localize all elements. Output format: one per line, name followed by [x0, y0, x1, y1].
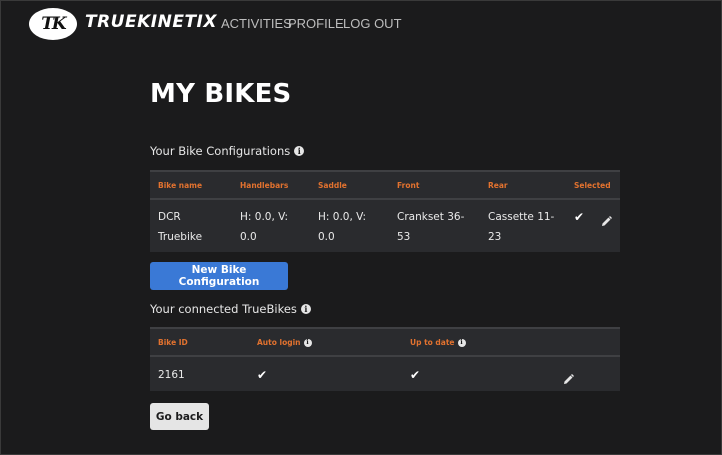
nav-link-logout[interactable]: LOG OUT	[343, 16, 402, 31]
column-header-bike-id: Bike ID	[158, 338, 188, 347]
pencil-icon[interactable]	[563, 370, 574, 389]
bike-name-cell: DCR Truebike	[158, 211, 203, 243]
column-header-saddle: Saddle	[318, 181, 347, 190]
info-icon[interactable]: i	[457, 338, 466, 347]
up-to-date-check-icon: ✔	[410, 368, 421, 382]
new-bike-configuration-button[interactable]: New Bike Configuration	[150, 262, 288, 290]
go-back-button[interactable]: Go back	[150, 403, 209, 430]
column-header-selected: Selected	[574, 181, 611, 190]
connected-truebikes-label: Your connected TrueBikes i	[150, 302, 311, 316]
column-header-handlebars: Handlebars	[240, 181, 289, 190]
bike-configurations-label-text: Your Bike Configurations	[150, 144, 291, 158]
info-icon[interactable]: i	[300, 304, 311, 314]
pencil-icon[interactable]	[601, 212, 612, 231]
connected-truebikes-table: Bike ID Auto login i Up to date i 2161 ✔…	[150, 327, 620, 391]
column-header-front: Front	[397, 181, 420, 190]
table-header: Bike ID Auto login i Up to date i	[150, 327, 620, 357]
brand-name[interactable]: TRUEKINETIX	[85, 12, 217, 32]
table-header: Bike name Handlebars Saddle Front Rear S…	[150, 170, 620, 200]
brand-logo-icon[interactable]: TK	[29, 8, 77, 40]
nav-link-profile[interactable]: PROFILE	[288, 16, 344, 31]
info-icon[interactable]: i	[303, 338, 312, 347]
column-header-up-to-date-text: Up to date	[410, 338, 455, 347]
page-title: MY BIKES	[150, 79, 292, 109]
bike-id-cell: 2161	[158, 369, 185, 381]
bike-configurations-label: Your Bike Configurations i	[150, 144, 305, 158]
column-header-rear: Rear	[488, 181, 508, 190]
saddle-cell: H: 0.0, V: 0.0	[318, 211, 367, 243]
selected-check-icon[interactable]: ✔	[574, 210, 584, 224]
column-header-auto-login-text: Auto login	[257, 338, 301, 347]
handlebars-cell: H: 0.0, V: 0.0	[240, 211, 289, 243]
connected-truebikes-label-text: Your connected TrueBikes	[150, 302, 297, 316]
rear-cell: Cassette 11-23	[488, 211, 555, 243]
front-cell: Crankset 36-53	[397, 211, 465, 243]
column-header-auto-login: Auto login i	[257, 338, 312, 347]
column-header-up-to-date: Up to date i	[410, 338, 466, 347]
column-header-bike-name: Bike name	[158, 181, 203, 190]
info-icon[interactable]: i	[294, 146, 305, 156]
bike-configurations-table: Bike name Handlebars Saddle Front Rear S…	[150, 170, 620, 252]
top-navbar: TK TRUEKINETIX ACTIVITIES PROFILE LOG OU…	[1, 1, 722, 47]
auto-login-check-icon: ✔	[257, 368, 268, 382]
nav-link-activities[interactable]: ACTIVITIES	[221, 16, 292, 31]
